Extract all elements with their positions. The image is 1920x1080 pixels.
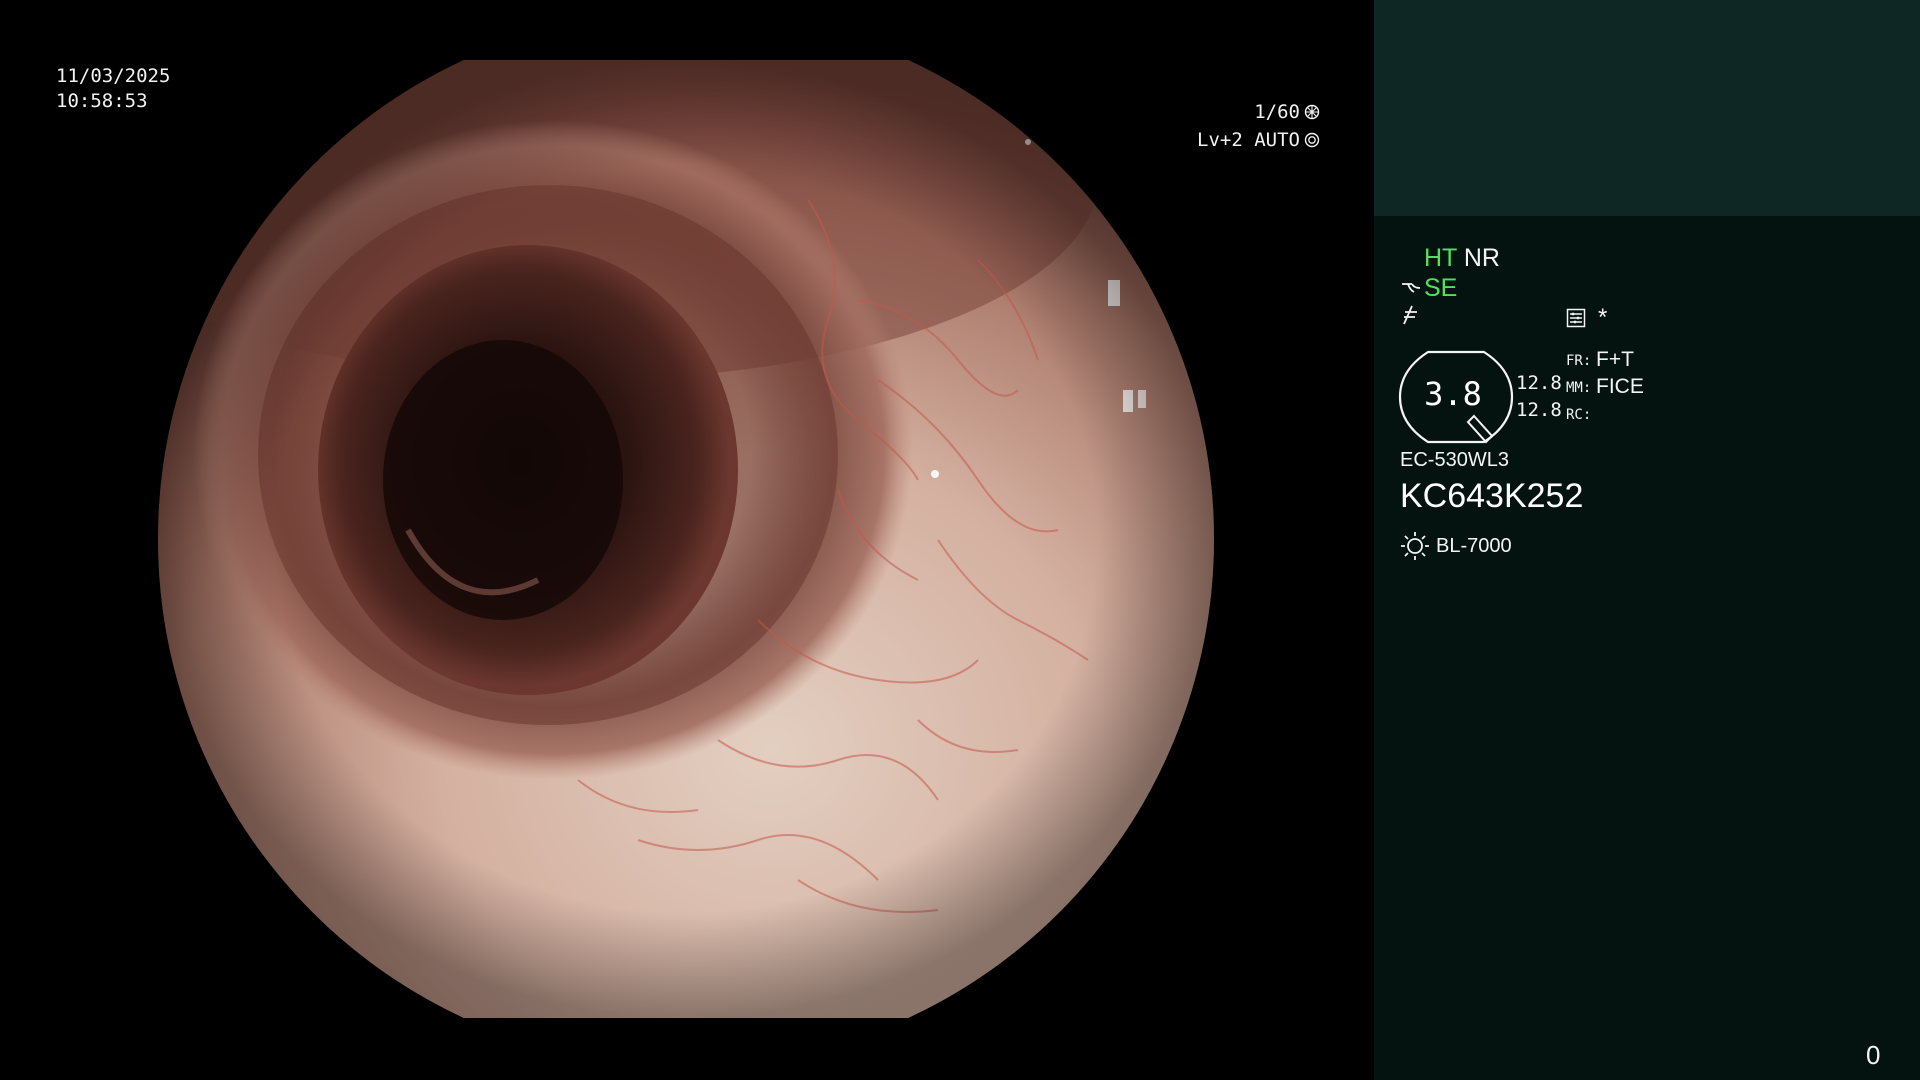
- time-text: 10:58:53: [56, 90, 148, 112]
- rc-label: RC:: [1566, 407, 1592, 423]
- gauge-value: 3.8: [1424, 375, 1482, 413]
- mm-value: FICE: [1596, 375, 1644, 398]
- light-source-text: BL-7000: [1436, 535, 1512, 557]
- endoscope-image: [158, 60, 1214, 1018]
- star-marker: *: [1598, 304, 1608, 331]
- endoscopy-screen: 11/03/2025 10:58:53 1/60 Lv+2 AUTO HT NR: [0, 0, 1920, 1080]
- exposure-overlay: 1/60 Lv+2 AUTO: [1160, 98, 1320, 154]
- light-source-row: BL-7000: [1400, 530, 1512, 562]
- side-panel: HT NR SE * 3.8 12.8 12.8 FR: MM: RC: F+T…: [1374, 0, 1920, 1080]
- side-panel-content: HT NR SE * 3.8 12.8 12.8 FR: MM: RC: F+T…: [1374, 0, 1920, 1080]
- numeric-values: 12.8 12.8: [1516, 370, 1562, 424]
- nr-label: NR: [1463, 244, 1500, 272]
- scope-model: EC-530WL3: [1400, 449, 1509, 471]
- shutter-icon: [1304, 104, 1320, 120]
- iris-icon: [1304, 132, 1320, 148]
- filter-icon: [1403, 305, 1417, 325]
- fr-label: FR:: [1566, 353, 1592, 369]
- setting-values: F+T FICE: [1596, 346, 1644, 400]
- level-text: Lv+2 AUTO: [1197, 129, 1300, 151]
- enhancement-icon: [1402, 283, 1421, 293]
- level-row: Lv+2 AUTO: [1160, 126, 1320, 154]
- memo-icon: [1566, 308, 1586, 328]
- image-counter: 0: [1866, 1040, 1881, 1070]
- fr-value: F+T: [1596, 348, 1634, 371]
- light-source-icon: [1401, 532, 1429, 560]
- filter-row: [1400, 304, 1420, 333]
- mode-row: HT NR: [1424, 244, 1500, 272]
- setting-labels: FR: MM: RC:: [1566, 348, 1591, 429]
- scope-serial: KC643K252: [1400, 477, 1584, 515]
- num-bottom: 12.8: [1516, 399, 1562, 421]
- datetime-overlay: 11/03/2025 10:58:53: [56, 64, 170, 114]
- shutter-text: 1/60: [1254, 101, 1300, 123]
- num-top: 12.8: [1516, 372, 1562, 394]
- shutter-row: 1/60: [1160, 98, 1320, 126]
- ht-label: HT: [1424, 244, 1457, 272]
- mm-label: MM:: [1566, 380, 1592, 396]
- se-row: SE: [1400, 274, 1457, 302]
- se-label: SE: [1424, 274, 1458, 302]
- date-text: 11/03/2025: [56, 65, 171, 87]
